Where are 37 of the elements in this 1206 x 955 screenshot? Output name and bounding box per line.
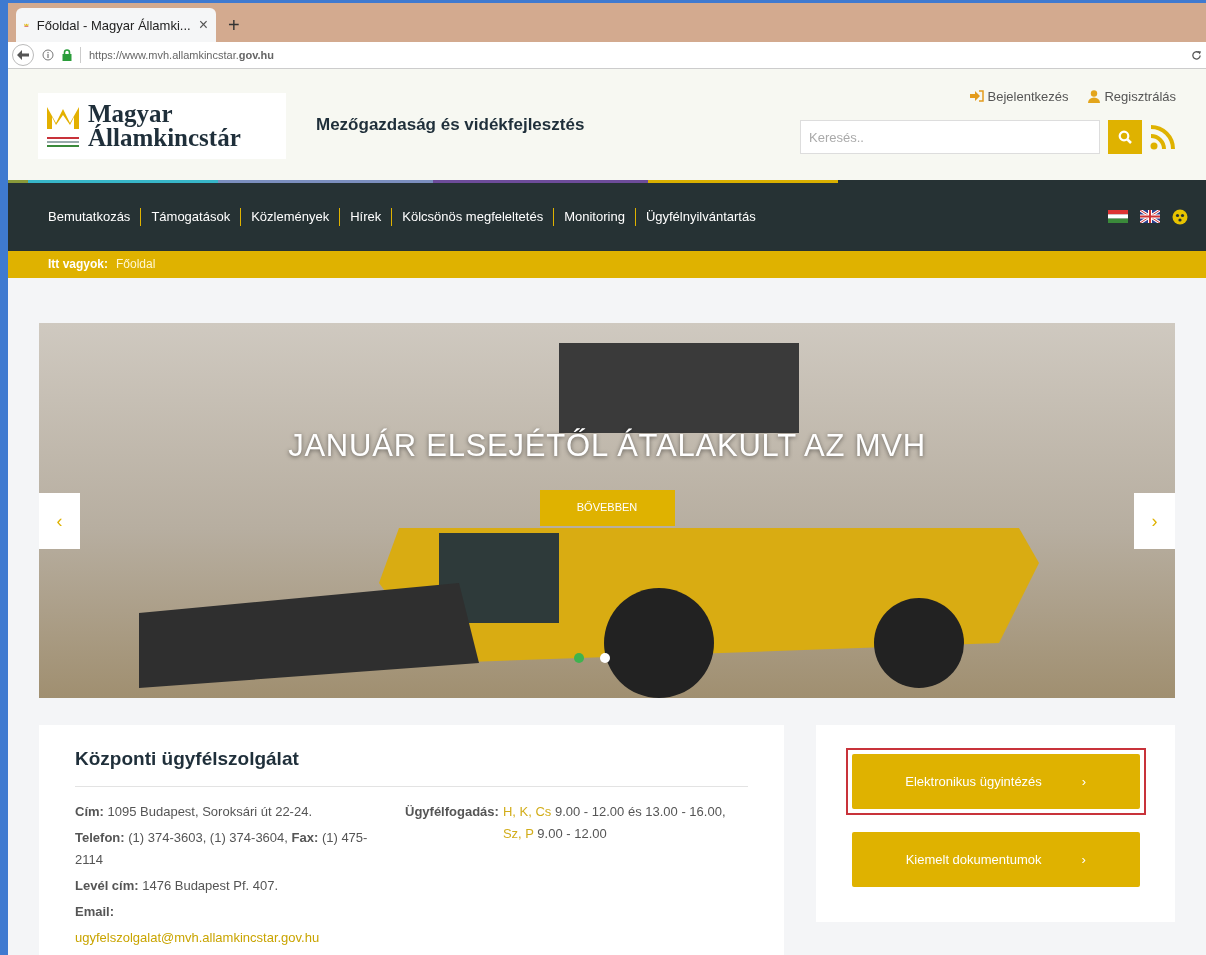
sign-in-icon: [969, 90, 984, 103]
contact-line: Cím: 1095 Budapest, Soroksári út 22-24.: [75, 802, 314, 821]
nav-link[interactable]: Kölcsönös megfeleltetés: [402, 206, 544, 227]
nav-link[interactable]: Bemutatkozás: [48, 206, 131, 227]
british-flag-icon[interactable]: [1140, 210, 1160, 224]
accessibility-icon[interactable]: [1172, 208, 1188, 225]
nav-link[interactable]: Hírek: [350, 206, 382, 227]
hours-label: Ügyfélfogadás:: [405, 802, 499, 821]
reload-icon[interactable]: [1191, 49, 1202, 61]
contact-line: Email:: [75, 902, 115, 921]
contact-line: Telefon: (1) 374-3603, (1) 374-3604, Fax: (1) 475-2114: [75, 828, 369, 869]
tab-title: Főoldal - Magyar Államki...: [36, 16, 191, 35]
user-icon: [1088, 89, 1101, 103]
register-link[interactable]: Regisztrálás: [1088, 86, 1176, 107]
logo-text: Államkincstár: [88, 126, 241, 151]
hungarian-flag-icon[interactable]: [1108, 210, 1128, 224]
browser-tab[interactable]: Főoldal - Magyar Államki... ×: [16, 8, 216, 43]
site-tagline: Mezőgazdaság és vidékfejlesztés: [316, 113, 585, 136]
nav-link[interactable]: Támogatások: [151, 206, 231, 227]
slide-headline: JANUÁR ELSEJÉTŐL ÁTALAKULT AZ MVH: [288, 427, 926, 465]
nav-link[interactable]: Monitoring: [564, 206, 625, 227]
breadcrumb-label: Itt vagyok:: [48, 256, 108, 274]
search-icon: [1118, 130, 1132, 145]
login-link[interactable]: Bejelentkezés: [969, 86, 1069, 107]
padlock-icon: [62, 49, 72, 62]
new-tab-button[interactable]: +: [224, 8, 244, 43]
contact-line: Levél cím: 1476 Budapest Pf. 407.: [75, 876, 280, 895]
nav-link[interactable]: Közlemények: [251, 206, 330, 227]
search-field[interactable]: Keresés..: [800, 120, 1100, 155]
info-icon: [42, 49, 54, 62]
opening-hours: H, K, Cs 9.00 - 12.00 és 13.00 - 16.00, Sz, P 9.00 - 12.00: [502, 802, 727, 843]
card-title: Központi ügyfélszolgálat: [75, 745, 749, 787]
address-bar-url[interactable]: https://www.mvh.allamkincstar.gov.hu: [80, 46, 274, 64]
nav-link[interactable]: Ügyfélnyilvántartás: [645, 206, 756, 227]
back-arrow-icon: [17, 50, 29, 61]
logo[interactable]: Magyar Államkincstár: [38, 93, 286, 160]
close-tab-button[interactable]: ×: [198, 13, 208, 38]
